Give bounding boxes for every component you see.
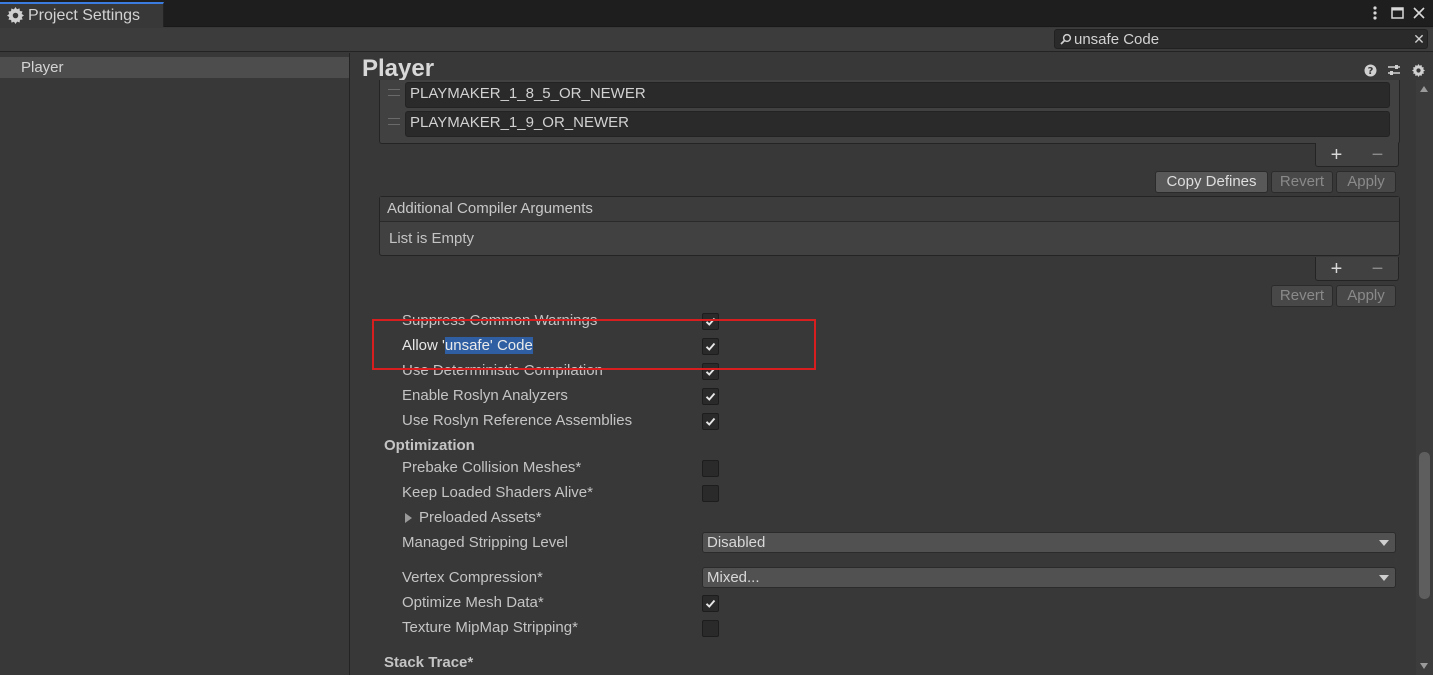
- chevron-down-icon: [1379, 540, 1389, 546]
- optimize-mesh-data-checkbox[interactable]: [702, 595, 719, 612]
- scroll-up-icon[interactable]: [1420, 86, 1428, 92]
- dropdown-value: Disabled: [707, 534, 766, 551]
- tab-project-settings[interactable]: Project Settings: [0, 2, 164, 27]
- page-title: Player: [362, 55, 435, 82]
- sidebar-item-player[interactable]: Player: [0, 57, 349, 78]
- tab-title: Project Settings: [28, 6, 141, 24]
- remove-item-button[interactable]: −: [1368, 145, 1388, 165]
- keep-loaded-shaders-alive-checkbox[interactable]: [702, 485, 719, 502]
- revert-defines-button[interactable]: Revert: [1271, 171, 1333, 193]
- gear-icon: [7, 7, 24, 24]
- close-icon[interactable]: [1411, 4, 1427, 22]
- checkmark-icon: [705, 392, 716, 401]
- list-empty-label: List is Empty: [389, 230, 475, 247]
- optimize-mesh-data-label: Optimize Mesh Data*: [402, 594, 544, 611]
- scripting-define-symbols-list: PLAYMAKER_1_8_5_OR_NEWER PLAYMAKER_1_9_O…: [379, 80, 1400, 144]
- vertical-scrollbar[interactable]: [1416, 80, 1433, 675]
- window-controls: [1367, 4, 1427, 22]
- scroll-down-icon[interactable]: [1420, 663, 1428, 669]
- add-item-button[interactable]: +: [1327, 259, 1347, 279]
- search-icon: [1060, 33, 1072, 45]
- use-roslyn-reference-assemblies-label: Use Roslyn Reference Assemblies: [402, 412, 633, 429]
- search-field[interactable]: ✕: [1054, 29, 1428, 49]
- copy-defines-button[interactable]: Copy Defines: [1155, 171, 1268, 193]
- compiler-arguments-header: Additional Compiler Arguments: [380, 197, 1399, 222]
- prebake-collision-meshes-label: Prebake Collision Meshes*: [402, 459, 582, 476]
- title-bar: Project Settings: [0, 0, 1433, 27]
- add-item-button[interactable]: +: [1327, 145, 1347, 165]
- foldout-arrow-icon[interactable]: [405, 513, 412, 523]
- enable-roslyn-analyzers-label: Enable Roslyn Analyzers: [402, 387, 568, 404]
- texture-mipmap-stripping-label: Texture MipMap Stripping*: [402, 619, 578, 636]
- clear-search-icon[interactable]: ✕: [1411, 31, 1427, 48]
- highlight-annotation-box: [372, 319, 816, 370]
- scrollbar-thumb[interactable]: [1419, 452, 1430, 599]
- compiler-args-list-footer: + −: [1315, 257, 1399, 281]
- use-roslyn-reference-assemblies-checkbox[interactable]: [702, 413, 719, 430]
- define-symbol-field[interactable]: PLAYMAKER_1_9_OR_NEWER: [405, 111, 1390, 137]
- keep-loaded-shaders-alive-label: Keep Loaded Shaders Alive*: [402, 484, 593, 501]
- preset-icon[interactable]: [1387, 63, 1401, 77]
- dropdown-value: Mixed...: [707, 569, 760, 586]
- header-icons: ?: [1363, 63, 1425, 77]
- sidebar-item-label: Player: [21, 59, 64, 76]
- revert-compiler-args-button[interactable]: Revert: [1271, 285, 1333, 307]
- preloaded-assets-foldout[interactable]: Preloaded Assets*: [419, 507, 542, 529]
- list-item: PLAYMAKER_1_9_OR_NEWER: [380, 109, 1399, 137]
- checkmark-icon: [705, 599, 716, 608]
- checkmark-icon: [705, 417, 716, 426]
- drag-handle-icon[interactable]: [388, 89, 400, 96]
- toolbar: ✕: [0, 28, 1433, 52]
- managed-stripping-level-label: Managed Stripping Level: [402, 534, 568, 551]
- svg-text:?: ?: [1367, 66, 1373, 77]
- apply-compiler-args-button[interactable]: Apply: [1336, 285, 1396, 307]
- optimization-header: Optimization: [384, 437, 475, 454]
- vertex-compression-label: Vertex Compression*: [402, 569, 543, 586]
- chevron-down-icon: [1379, 575, 1389, 581]
- enable-roslyn-analyzers-checkbox[interactable]: [702, 388, 719, 405]
- additional-compiler-arguments-list: Additional Compiler Arguments List is Em…: [379, 196, 1400, 256]
- settings-gear-icon[interactable]: [1411, 63, 1425, 77]
- remove-item-button[interactable]: −: [1368, 259, 1388, 279]
- more-options-icon[interactable]: [1367, 4, 1383, 22]
- maximize-icon[interactable]: [1389, 4, 1405, 22]
- vertex-compression-dropdown[interactable]: Mixed...: [702, 567, 1396, 588]
- texture-mipmap-stripping-checkbox[interactable]: [702, 620, 719, 637]
- apply-defines-button[interactable]: Apply: [1336, 171, 1396, 193]
- define-symbol-field[interactable]: PLAYMAKER_1_8_5_OR_NEWER: [405, 82, 1390, 108]
- prebake-collision-meshes-checkbox[interactable]: [702, 460, 719, 477]
- help-icon[interactable]: ?: [1363, 63, 1377, 77]
- search-input[interactable]: [1072, 30, 1411, 48]
- settings-sidebar: Player: [0, 53, 350, 675]
- drag-handle-icon[interactable]: [388, 118, 400, 125]
- stack-trace-header: Stack Trace*: [384, 654, 474, 671]
- list-item: PLAYMAKER_1_8_5_OR_NEWER: [380, 80, 1399, 108]
- defines-list-footer: + −: [1315, 143, 1399, 167]
- managed-stripping-level-dropdown[interactable]: Disabled: [702, 532, 1396, 553]
